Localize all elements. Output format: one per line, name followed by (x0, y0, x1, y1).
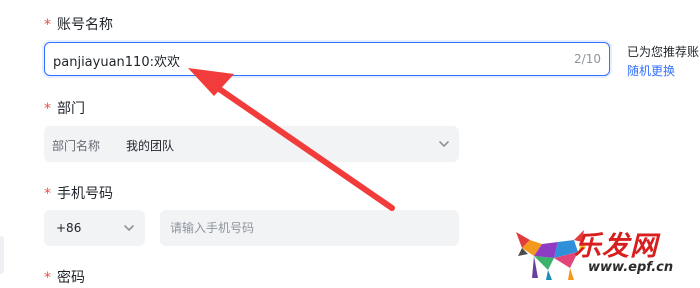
watermark-url: www.epf.cn (588, 260, 674, 275)
left-panel-edge (0, 236, 4, 274)
required-mark: * (44, 186, 51, 202)
department-label: * 部门 (44, 98, 85, 118)
watermark: 乐发网 www.epf.cn (508, 222, 698, 286)
account-name-value: panjiayuan110:欢欢 (53, 55, 180, 70)
phone-label-text: 手机号码 (57, 186, 113, 202)
required-mark: * (44, 270, 51, 286)
country-code-select[interactable]: +86 (44, 210, 145, 246)
phone-number-input[interactable] (160, 210, 459, 246)
department-select[interactable]: 部门名称 我的团队 (44, 126, 459, 162)
department-label-text: 部门 (57, 101, 85, 117)
random-change-link[interactable]: 随机更换 (627, 62, 675, 79)
account-name-label: * 账号名称 (44, 14, 113, 34)
password-label-text: 密码 (57, 270, 85, 286)
chevron-down-icon (124, 225, 134, 231)
recommend-hint: 已为您推荐账 (627, 45, 700, 59)
char-counter: 2/10 (574, 52, 601, 66)
department-prefix: 部门名称 (52, 139, 101, 153)
department-value: 我的团队 (126, 139, 175, 153)
chevron-down-icon (439, 141, 449, 147)
password-label: * 密码 (44, 267, 85, 287)
phone-label: * 手机号码 (44, 183, 113, 203)
account-name-label-text: 账号名称 (57, 17, 113, 33)
account-name-input[interactable]: panjiayuan110:欢欢 2/10 (44, 42, 610, 76)
watermark-title: 乐发网 (574, 231, 658, 262)
required-mark: * (44, 101, 51, 117)
required-mark: * (44, 17, 51, 33)
country-code-value: +86 (56, 221, 82, 235)
